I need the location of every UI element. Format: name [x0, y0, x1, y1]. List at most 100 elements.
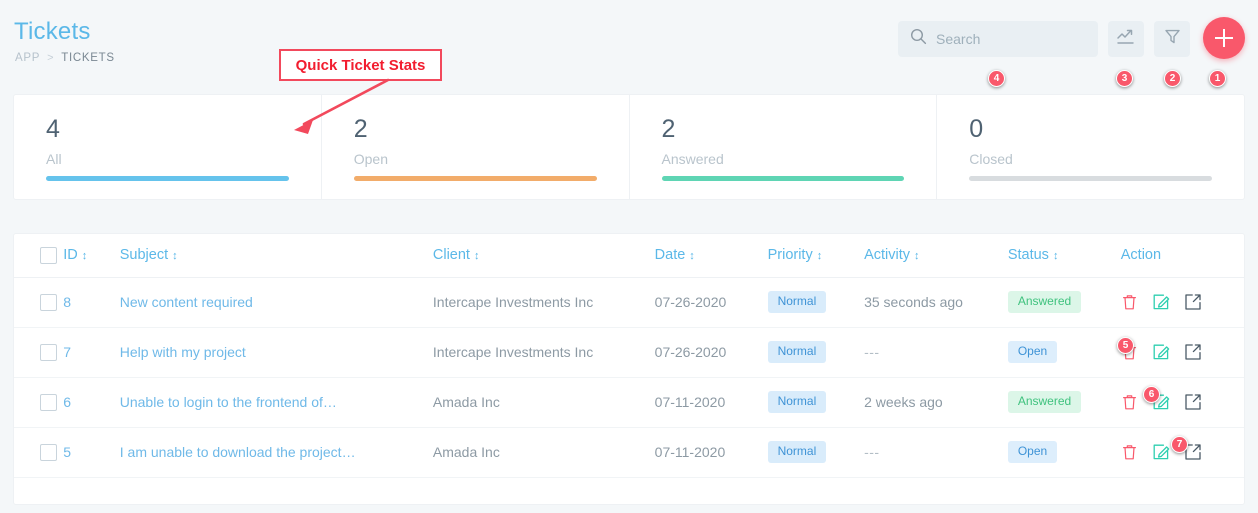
table-header-row: ID↕ Subject↕ Client↕ Date↕ Priority ↕ [14, 234, 1244, 277]
cell-status: Open [1008, 427, 1121, 477]
column-header-date[interactable]: Date↕ [655, 234, 768, 277]
column-header-priority[interactable]: Priority ↕ [768, 234, 865, 277]
ticket-id-link[interactable]: 8 [63, 294, 71, 310]
tickets-page: Tickets APP > TICKETS Search [0, 0, 1258, 513]
ticket-subject-link[interactable]: Unable to login to the frontend of… [120, 394, 337, 410]
funnel-filter-icon [1163, 27, 1182, 51]
search-input[interactable]: Search [898, 21, 1098, 57]
ticket-date: 07-11-2020 [655, 444, 726, 460]
cell-priority: Normal [768, 377, 865, 427]
stat-card-open[interactable]: 2 Open [322, 95, 630, 199]
client-name: Intercape Investments Inc [433, 344, 593, 360]
ticket-id-link[interactable]: 7 [63, 344, 71, 360]
edit-icon[interactable] [1152, 343, 1170, 361]
row-select-cell [14, 327, 63, 377]
stat-bar [46, 176, 289, 181]
sort-icon[interactable]: ↕ [914, 250, 920, 262]
page-title: Tickets [14, 18, 91, 46]
open-external-icon[interactable] [1184, 293, 1202, 311]
stat-bar [969, 176, 1212, 181]
stat-label: Answered [662, 151, 937, 167]
table-row[interactable]: 5 I am unable to download the project… Ama… [14, 427, 1244, 477]
cell-subject: New content required [120, 277, 433, 327]
row-checkbox[interactable] [40, 294, 57, 311]
column-header-status[interactable]: Status ↕ [1008, 234, 1121, 277]
ticket-id-link[interactable]: 5 [63, 444, 71, 460]
column-header-action: Action [1121, 234, 1244, 277]
row-checkbox[interactable] [40, 444, 57, 461]
column-label: Status [1008, 247, 1049, 263]
ticket-subject-link[interactable]: New content required [120, 294, 253, 310]
cell-activity: --- [864, 327, 1008, 377]
select-all-checkbox[interactable] [40, 247, 57, 264]
annotation-marker-2: 2 [1164, 70, 1181, 87]
filter-button[interactable] [1154, 21, 1190, 57]
tickets-table-card: ID↕ Subject↕ Client↕ Date↕ Priority ↕ [13, 233, 1245, 505]
cell-subject: Unable to login to the frontend of… [120, 377, 433, 427]
priority-badge: Normal [768, 391, 827, 413]
cell-status: Open [1008, 327, 1121, 377]
sort-icon[interactable]: ↕ [82, 250, 88, 262]
delete-icon[interactable] [1121, 293, 1138, 311]
cell-id: 8 [63, 277, 119, 327]
ticket-date: 07-11-2020 [655, 394, 726, 410]
add-ticket-fab[interactable] [1203, 17, 1245, 59]
delete-icon[interactable] [1121, 443, 1138, 461]
column-header-subject[interactable]: Subject↕ [120, 234, 433, 277]
table-body: 8 New content required Intercape Investmen… [14, 277, 1244, 477]
sort-icon[interactable]: ↕ [172, 250, 178, 262]
cell-activity: --- [864, 427, 1008, 477]
stat-value: 2 [662, 117, 937, 142]
ticket-subject-link[interactable]: I am unable to download the project… [120, 444, 356, 460]
column-header-id[interactable]: ID↕ [63, 234, 119, 277]
cell-date: 07-26-2020 [655, 277, 768, 327]
table-row[interactable]: 8New content requiredIntercape Investmen… [14, 277, 1244, 327]
cell-id: 6 [63, 377, 119, 427]
edit-icon[interactable] [1152, 443, 1170, 461]
ticket-date: 07-26-2020 [655, 344, 727, 360]
header-toolbar: Search [898, 19, 1245, 59]
ticket-id-link[interactable]: 6 [63, 394, 71, 410]
row-select-cell [14, 427, 63, 477]
callout-text: Quick Ticket Stats [296, 57, 426, 74]
sort-icon[interactable]: ↕ [689, 250, 695, 262]
cell-client: Amada Inc [433, 427, 655, 477]
column-header-activity[interactable]: Activity↕ [864, 234, 1008, 277]
stats-chart-button[interactable] [1108, 21, 1144, 57]
cell-action [1121, 377, 1244, 427]
sort-icon[interactable]: ↕ [817, 250, 823, 262]
stat-card-answered[interactable]: 2 Answered [630, 95, 938, 199]
row-checkbox[interactable] [40, 344, 57, 361]
open-external-icon[interactable] [1184, 343, 1202, 361]
table-row[interactable]: 7 Help with my project Intercape Investmen… [14, 327, 1244, 377]
edit-icon[interactable] [1152, 293, 1170, 311]
row-checkbox[interactable] [40, 394, 57, 411]
cell-activity: 2 weeks ago [864, 377, 1008, 427]
column-label: Priority [768, 247, 813, 263]
delete-icon[interactable] [1121, 393, 1138, 411]
sort-icon[interactable]: ↕ [474, 250, 480, 262]
annotation-marker-3: 3 [1116, 70, 1133, 87]
annotation-marker-1: 1 [1209, 70, 1226, 87]
row-select-cell [14, 277, 63, 327]
table-row[interactable]: 6Unable to login to the frontend of…Amad… [14, 377, 1244, 427]
priority-badge: Normal [768, 441, 827, 463]
priority-badge: Normal [768, 341, 827, 363]
ticket-subject-link[interactable]: Help with my project [120, 344, 246, 360]
page-header: Tickets APP > TICKETS Search [0, 0, 1258, 94]
status-badge: Answered [1008, 391, 1081, 413]
stat-card-all[interactable]: 4 All [14, 95, 322, 199]
stat-card-closed[interactable]: 0 Closed [937, 95, 1244, 199]
sort-icon[interactable]: ↕ [1053, 250, 1059, 262]
breadcrumb-app[interactable]: APP [15, 52, 40, 64]
cell-action [1121, 327, 1244, 377]
ticket-date: 07-26-2020 [655, 294, 727, 310]
stat-label: All [46, 151, 321, 167]
search-placeholder: Search [936, 31, 980, 47]
activity-text: --- [864, 344, 880, 360]
column-header-client[interactable]: Client↕ [433, 234, 655, 277]
status-badge: Open [1008, 441, 1057, 463]
open-external-icon[interactable] [1184, 393, 1202, 411]
breadcrumb-separator-icon: > [47, 52, 54, 64]
select-all-header [14, 234, 63, 277]
